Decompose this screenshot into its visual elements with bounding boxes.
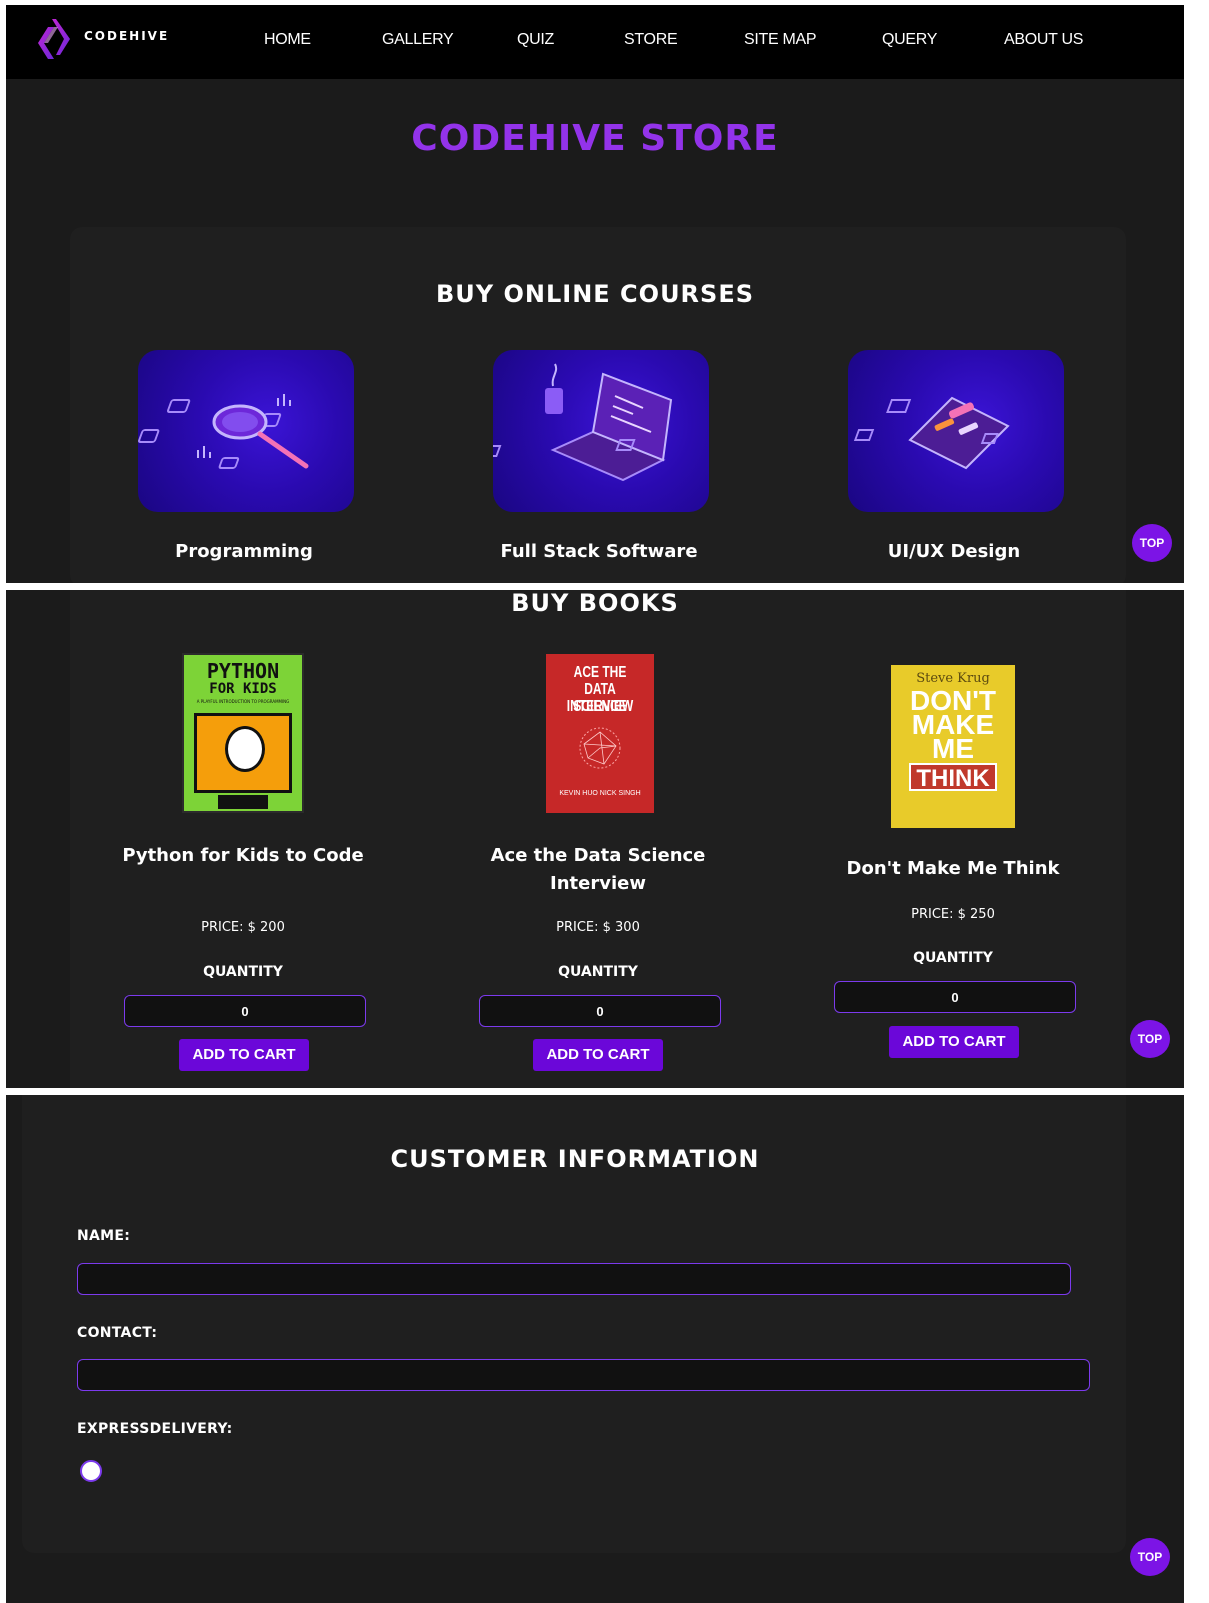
nav-query[interactable]: QUERY — [882, 31, 937, 49]
store-top-section: CODEHIVE HOME GALLERY QUIZ STORE SITE MA… — [6, 5, 1184, 583]
quantity-input-2[interactable] — [479, 995, 721, 1027]
nav-store[interactable]: STORE — [624, 31, 678, 49]
course-name-programming: Programming — [175, 541, 313, 562]
customer-info-section: CUSTOMER INFORMATION NAME: CONTACT: EXPR… — [6, 1095, 1184, 1603]
add-to-cart-button-3[interactable]: ADD TO CART — [889, 1026, 1019, 1058]
cover-monitor-art — [194, 713, 292, 793]
cover-subtitle: A PLAYFUL INTRODUCTION TO PROGRAMMING — [196, 699, 290, 704]
nav-quiz[interactable]: QUIZ — [517, 31, 554, 49]
navbar: CODEHIVE HOME GALLERY QUIZ STORE SITE MA… — [6, 5, 1184, 79]
book-title-3: Don't Make Me Think — [846, 858, 1060, 879]
book-price-1: PRICE: $ 200 — [201, 920, 285, 935]
scroll-top-button[interactable]: TOP — [1130, 1020, 1170, 1058]
book-cover-ace-data-science[interactable]: ACE THE DATA SCIENCE INTERVIEW KEVIN HUO… — [546, 654, 654, 813]
course-card-full-stack[interactable] — [493, 350, 709, 512]
scroll-top-button[interactable]: TOP — [1132, 524, 1172, 562]
books-heading: BUY BOOKS — [511, 590, 679, 617]
cover-line: PYTHON — [206, 659, 280, 683]
quantity-input-1[interactable] — [124, 995, 366, 1027]
cover-authors: KEVIN HUO NICK SINGH — [559, 790, 641, 797]
quantity-label-2: QUANTITY — [558, 964, 638, 980]
cover-line: FOR KIDS — [209, 681, 277, 697]
contact-field[interactable] — [77, 1359, 1090, 1391]
page-title: CODEHIVE STORE — [411, 118, 779, 159]
name-field[interactable] — [77, 1263, 1071, 1295]
nav-site-map[interactable]: SITE MAP — [744, 31, 817, 49]
books-section: BUY BOOKS PYTHON FOR KIDS A PLAYFUL INTR… — [6, 590, 1184, 1088]
magnifier-data-icon — [138, 394, 309, 469]
quantity-input-3[interactable] — [834, 981, 1076, 1013]
cover-author: Steve Krug — [916, 671, 990, 686]
quantity-label-1: QUANTITY — [203, 964, 283, 980]
course-card-ui-ux[interactable] — [848, 350, 1064, 512]
customer-heading: CUSTOMER INFORMATION — [390, 1145, 760, 1173]
course-card-programming[interactable] — [138, 350, 354, 512]
brand-name: CODEHIVE — [84, 29, 170, 43]
network-sphere-icon — [579, 727, 621, 769]
codehive-logo-icon — [38, 19, 70, 59]
cover-line: ACE THE — [573, 664, 627, 681]
book-price-3: PRICE: $ 250 — [911, 907, 995, 922]
cover-line: THINK — [909, 763, 997, 792]
course-name-full-stack: Full Stack Software — [500, 541, 698, 562]
cover-line: INTERVIEW — [566, 698, 634, 715]
nav-home[interactable]: HOME — [264, 31, 311, 49]
nav-gallery[interactable]: GALLERY — [382, 31, 454, 49]
contact-label: CONTACT: — [77, 1325, 158, 1341]
add-to-cart-button-2[interactable]: ADD TO CART — [533, 1039, 663, 1071]
quantity-label-3: QUANTITY — [913, 950, 993, 966]
brand-logo[interactable]: CODEHIVE — [34, 13, 169, 69]
book-title-1: Python for Kids to Code — [122, 845, 364, 866]
book-price-2: PRICE: $ 300 — [556, 920, 640, 935]
laptop-code-icon — [493, 363, 673, 482]
book-cover-python-for-kids[interactable]: PYTHON FOR KIDS A PLAYFUL INTRODUCTION T… — [182, 653, 304, 813]
nav-about-us[interactable]: ABOUT US — [1004, 31, 1083, 49]
scroll-top-button[interactable]: TOP — [1130, 1538, 1170, 1576]
courses-heading: BUY ONLINE COURSES — [435, 280, 754, 308]
phone-ui-icon — [853, 396, 1010, 470]
cover-line: ME — [932, 733, 974, 764]
book-cover-dont-make-me-think[interactable]: Steve Krug DON'T MAKE ME THINK — [891, 665, 1015, 828]
course-name-ui-ux: UI/UX Design — [887, 541, 1021, 562]
express-delivery-radio[interactable] — [80, 1460, 102, 1482]
add-to-cart-button-1[interactable]: ADD TO CART — [179, 1039, 309, 1071]
name-label: NAME: — [77, 1228, 131, 1244]
express-delivery-label: EXPRESSDELIVERY: — [77, 1421, 233, 1437]
book-title-2: Ace the Data Science Interview — [490, 845, 706, 894]
